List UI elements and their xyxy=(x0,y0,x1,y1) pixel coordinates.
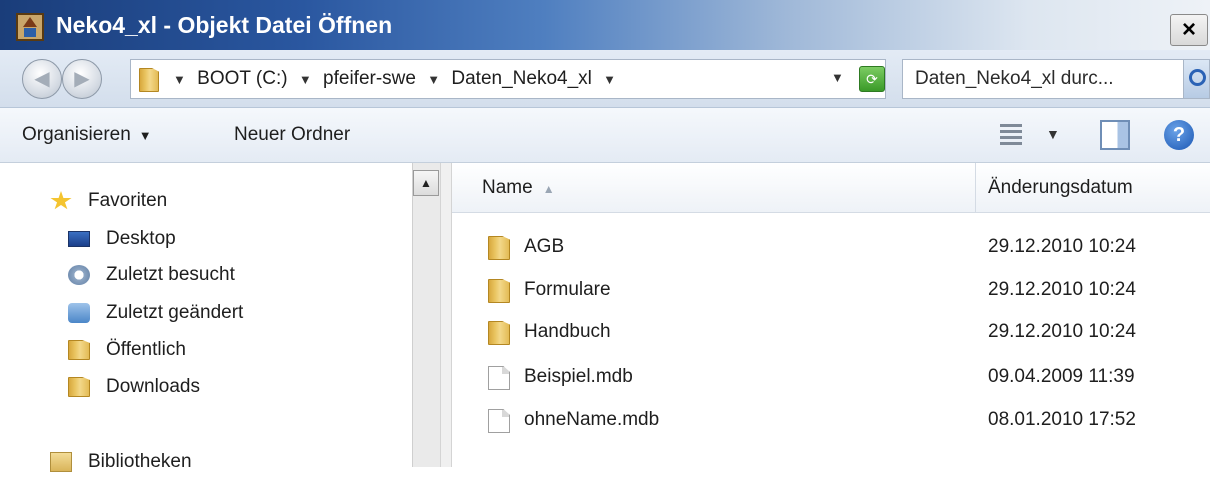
breadcrumb-item-boot[interactable]: BOOT (C:) xyxy=(197,68,287,89)
column-header-name[interactable]: Name ▲ xyxy=(452,163,976,213)
file-date: 29.12.2010 10:24 xyxy=(988,236,1136,257)
downloads-folder-icon xyxy=(68,377,90,397)
file-icon xyxy=(488,366,510,390)
file-name: Handbuch xyxy=(524,321,611,342)
nav-item-label: Zuletzt geändert xyxy=(106,302,244,323)
file-name: ohneName.mdb xyxy=(524,409,660,430)
back-button[interactable]: ◀ xyxy=(22,59,62,99)
chevron-down-icon: ▼ xyxy=(138,128,152,143)
nav-item-label: Downloads xyxy=(106,376,200,397)
breadcrumb-arrow-icon[interactable]: ▼ xyxy=(603,72,616,87)
sort-ascending-icon: ▲ xyxy=(542,182,555,196)
breadcrumb-arrow-icon[interactable]: ▼ xyxy=(427,72,440,87)
file-row-formulare[interactable]: Formulare 29.12.2010 10:24 xyxy=(452,271,1210,311)
pane-splitter[interactable] xyxy=(440,163,452,467)
nav-item-label: Öffentlich xyxy=(106,339,186,360)
app-icon xyxy=(16,13,44,41)
file-icon xyxy=(488,409,510,433)
file-row-agb[interactable]: AGB 29.12.2010 10:24 xyxy=(452,228,1210,268)
file-date: 29.12.2010 10:24 xyxy=(988,321,1136,342)
file-row-beispiel-mdb[interactable]: Beispiel.mdb 09.04.2009 11:39 xyxy=(452,358,1210,398)
file-name: Beispiel.mdb xyxy=(524,366,633,387)
help-button[interactable]: ? xyxy=(1164,120,1194,150)
organize-label: Organisieren xyxy=(22,124,131,145)
recently-changed-icon xyxy=(68,303,90,323)
breadcrumb-arrow-icon[interactable]: ▼ xyxy=(299,72,312,87)
organize-button[interactable]: Organisieren ▼ xyxy=(10,116,164,154)
new-folder-button[interactable]: Neuer Ordner xyxy=(222,116,362,154)
column-header-label: Name xyxy=(482,177,533,198)
breadcrumb: ▼ BOOT (C:) ▼ pfeifer-swe ▼ Daten_Neko4_… xyxy=(173,68,622,90)
column-header-date[interactable]: Änderungsdatum xyxy=(976,163,1210,213)
nav-scrollbar[interactable] xyxy=(412,163,440,467)
forward-arrow-icon: ▶ xyxy=(74,68,90,90)
nav-item-label: Zuletzt besucht xyxy=(106,264,235,285)
desktop-icon xyxy=(68,231,90,247)
libraries-icon xyxy=(50,452,72,472)
title-bar: Neko4_xl - Objekt Datei Öffnen × xyxy=(0,0,1210,50)
folder-icon xyxy=(68,340,90,360)
address-bar-row: ◀ ▶ ▼ BOOT (C:) ▼ pfeifer-swe ▼ Daten_Ne… xyxy=(0,50,1210,108)
folder-icon xyxy=(488,236,510,260)
search-input-text: Daten_Neko4_xl durc... xyxy=(915,68,1114,89)
file-row-handbuch[interactable]: Handbuch 29.12.2010 10:24 xyxy=(452,313,1210,353)
breadcrumb-item-daten-neko4-xl[interactable]: Daten_Neko4_xl xyxy=(451,68,591,89)
nav-item-label: Favoriten xyxy=(88,190,168,211)
preview-pane-button[interactable] xyxy=(1100,120,1130,150)
breadcrumb-arrow-icon[interactable]: ▼ xyxy=(173,72,186,87)
breadcrumb-item-pfeifer-swe[interactable]: pfeifer-swe xyxy=(323,68,416,89)
close-button[interactable]: × xyxy=(1170,14,1208,46)
file-row-ohnename-mdb[interactable]: ohneName.mdb 08.01.2010 17:52 xyxy=(452,401,1210,441)
search-input[interactable]: Daten_Neko4_xl durc... xyxy=(902,59,1184,99)
view-details-icon[interactable] xyxy=(1000,122,1024,148)
file-name: AGB xyxy=(524,236,565,257)
address-history-dropdown[interactable]: ▼ xyxy=(831,70,844,85)
back-arrow-icon: ◀ xyxy=(34,68,50,90)
file-date: 29.12.2010 10:24 xyxy=(988,279,1136,300)
file-name: Formulare xyxy=(524,279,611,300)
address-bar[interactable]: ▼ BOOT (C:) ▼ pfeifer-swe ▼ Daten_Neko4_… xyxy=(130,59,886,99)
nav-item-label: Bibliotheken xyxy=(88,451,192,472)
file-date: 09.04.2009 11:39 xyxy=(988,366,1135,387)
folder-icon xyxy=(139,68,159,92)
folder-icon xyxy=(488,279,510,303)
recent-places-icon xyxy=(68,265,90,285)
folder-icon xyxy=(488,321,510,345)
refresh-button[interactable]: ⟳ xyxy=(859,66,885,92)
view-options-dropdown[interactable]: ▼ xyxy=(1046,126,1060,142)
command-toolbar: Organisieren ▼ Neuer Ordner ▼ ? xyxy=(0,108,1210,163)
file-date: 08.01.2010 17:52 xyxy=(988,409,1136,430)
scroll-up-button[interactable]: ▲ xyxy=(413,170,439,196)
window-title: Neko4_xl - Objekt Datei Öffnen xyxy=(56,12,393,38)
forward-button[interactable]: ▶ xyxy=(62,59,102,99)
column-header-row: Name ▲ Änderungsdatum xyxy=(452,163,1210,213)
search-icon[interactable] xyxy=(1184,59,1210,99)
nav-item-label: Desktop xyxy=(106,228,176,249)
